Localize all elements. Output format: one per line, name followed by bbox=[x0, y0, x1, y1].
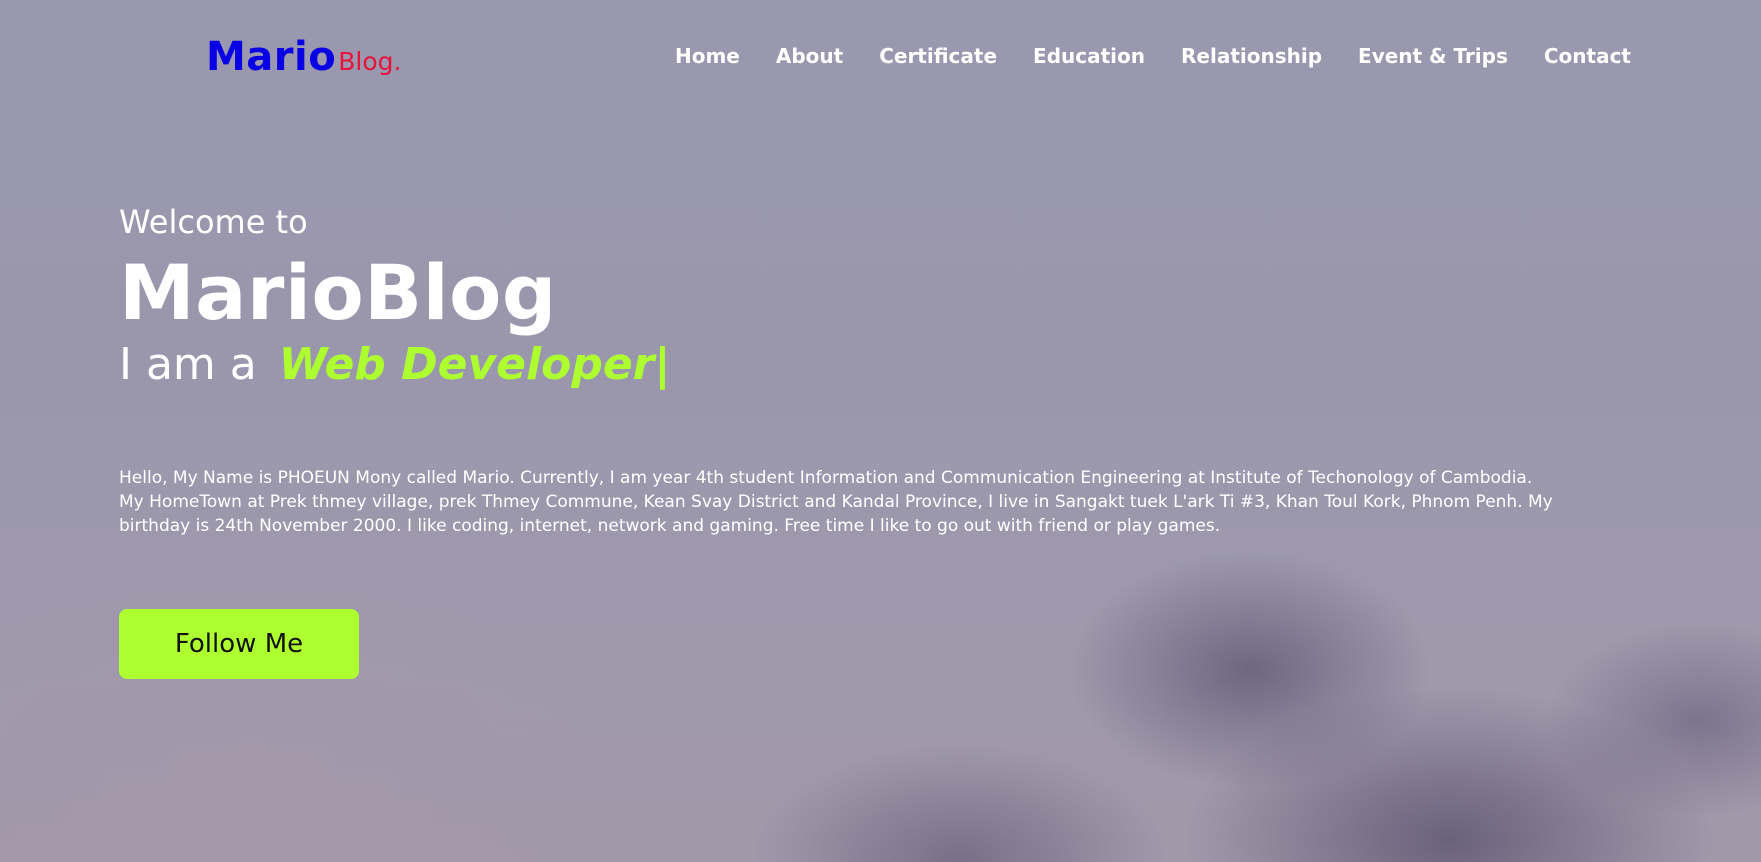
nav-link-certificate[interactable]: Certificate bbox=[879, 44, 997, 68]
follow-me-button[interactable]: Follow Me bbox=[119, 609, 359, 679]
site-logo[interactable]: Mario Blog. bbox=[206, 34, 401, 80]
logo-sub-text: Blog. bbox=[338, 47, 402, 76]
nav-link-contact[interactable]: Contact bbox=[1544, 44, 1631, 68]
role-line: I am a Web Developer| bbox=[119, 336, 1559, 394]
nav-link-education[interactable]: Education bbox=[1033, 44, 1145, 68]
nav-link-relationship[interactable]: Relationship bbox=[1181, 44, 1322, 68]
nav-link-home[interactable]: Home bbox=[675, 44, 740, 68]
nav-link-about[interactable]: About bbox=[776, 44, 843, 68]
welcome-text: Welcome to bbox=[119, 203, 308, 241]
hero-section: Welcome to MarioBlog I am a Web Develope… bbox=[119, 200, 1559, 538]
nav-link-event-trips[interactable]: Event & Trips bbox=[1358, 44, 1508, 68]
nav-menu: Home About Certificate Education Relatio… bbox=[675, 44, 1631, 68]
bio-paragraph: Hello, My Name is PHOEUN Mony called Mar… bbox=[119, 468, 1553, 536]
role-prefix: I am a bbox=[119, 339, 257, 390]
role-typing-text: Web Developer| bbox=[278, 339, 671, 390]
logo-main-text: Mario bbox=[206, 34, 337, 80]
hero-title: MarioBlog bbox=[119, 248, 557, 337]
navbar: Mario Blog. Home About Certificate Educa… bbox=[0, 0, 1761, 116]
